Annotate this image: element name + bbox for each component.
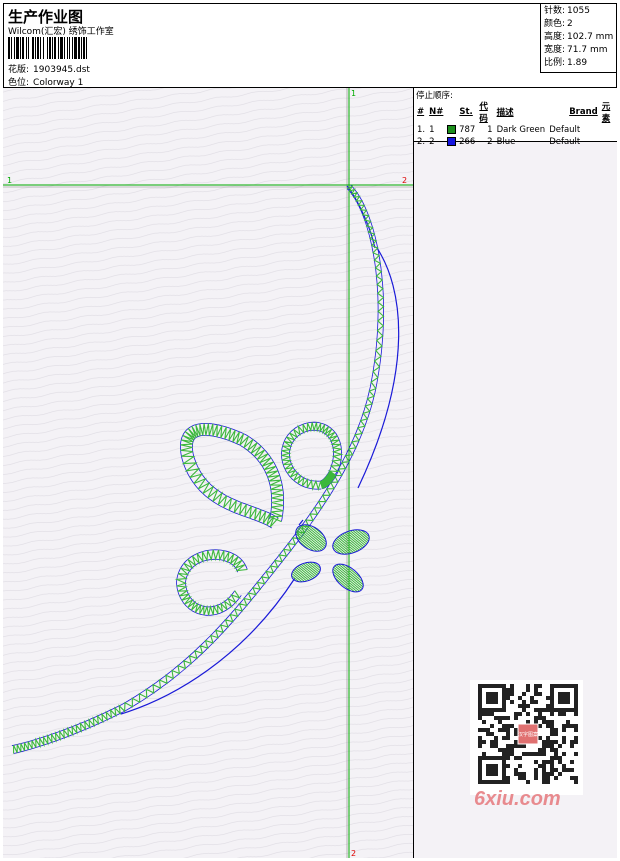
row-desc: Dark Green xyxy=(496,125,546,135)
row-num: 2. xyxy=(417,137,426,147)
row-brand: Default xyxy=(549,137,581,147)
row-element xyxy=(600,124,617,136)
col-element: 元素 xyxy=(601,102,611,124)
row-st-cell: 787 xyxy=(445,124,477,136)
row-n: 1 xyxy=(429,125,435,135)
colorway-value: Colorway 1 xyxy=(33,78,84,88)
table-row[interactable]: 2. 2 266 2 Blue Default xyxy=(415,136,617,148)
stop-sequence-table: # N# St. 代码 描述 Brand 元素 1. 1 787 1 Dark … xyxy=(415,100,617,148)
pattern-label: 花版: xyxy=(8,65,30,75)
width-row: 宽度: 71.7 mm xyxy=(544,44,617,57)
row-brand: Default xyxy=(549,125,581,135)
ratio-value: 1.89 xyxy=(567,58,588,68)
col-code: 代码 xyxy=(479,102,488,124)
stats-box: 针数: 1055 颜色: 2 高度: 102.7 mm 宽度: 71.7 mm 比例: 1… xyxy=(540,3,617,73)
crosshair-bottom-label: 2 xyxy=(351,849,356,858)
row-st: 787 xyxy=(459,125,476,135)
canvas-background xyxy=(3,88,413,858)
stitches-label: 针数: xyxy=(544,6,566,16)
barcode xyxy=(8,37,143,59)
stitches-value: 1055 xyxy=(567,6,590,16)
row-n: 2 xyxy=(429,137,435,147)
ratio-label: 比例: xyxy=(544,58,566,68)
width-label: 宽度: xyxy=(544,45,566,55)
table-header-row: # N# St. 代码 描述 Brand 元素 xyxy=(415,100,617,124)
qr-center-text: 汉字图案 xyxy=(518,731,538,738)
qr-code: 汉字图案 xyxy=(470,680,583,795)
row-desc: Blue xyxy=(496,137,516,147)
col-brand: Brand xyxy=(569,107,598,117)
table-row[interactable]: 1. 1 787 1 Dark Green Default xyxy=(415,124,617,136)
col-num: # xyxy=(417,107,425,117)
width-value: 71.7 mm xyxy=(567,45,608,55)
crosshair-right-label: 2 xyxy=(402,176,407,185)
qr-finder xyxy=(486,692,498,704)
colorway-row: 色位: Colorway 1 xyxy=(8,75,83,88)
qr-finder xyxy=(558,692,570,704)
stitches-row: 针数: 1055 xyxy=(544,5,617,18)
qr-finder xyxy=(486,764,498,776)
colorway-label: 色位: xyxy=(8,78,30,88)
height-label: 高度: xyxy=(544,32,566,42)
watermark-text: 6xiu.com xyxy=(474,788,561,810)
crosshair-left-label: 1 xyxy=(7,176,12,185)
row-st-cell: 266 xyxy=(445,136,477,148)
colors-row: 颜色: 2 xyxy=(544,18,617,31)
embroidery-design: 1 2 1 2 xyxy=(3,88,413,858)
row-num: 1. xyxy=(417,125,426,135)
colors-label: 颜色: xyxy=(544,19,566,29)
col-st: St. xyxy=(459,107,473,117)
ratio-row: 比例: 1.89 xyxy=(544,57,617,70)
height-value: 102.7 mm xyxy=(567,32,614,42)
col-desc: 描述 xyxy=(496,108,514,118)
crosshair-top-label: 1 xyxy=(351,89,356,98)
pattern-row: 花版: 1903945.dst xyxy=(8,62,90,75)
height-row: 高度: 102.7 mm xyxy=(544,31,617,44)
row-st: 266 xyxy=(459,137,476,147)
color-swatch xyxy=(447,125,457,134)
qr-code-graphic: 汉字图案 xyxy=(478,684,578,784)
row-code: 2 xyxy=(487,137,493,147)
col-n: N# xyxy=(429,107,444,117)
stop-sequence-head: 停止顺序: # N# St. 代码 描述 Brand 元素 1. 1 787 1… xyxy=(414,88,617,147)
row-code: 1 xyxy=(487,125,493,135)
row-element xyxy=(600,136,617,148)
design-canvas[interactable]: 1 2 1 2 xyxy=(3,88,414,858)
header: 生产作业图 Wilcom(汇宏) 绣饰工作室 花版: 1903945.dst 色位… xyxy=(3,3,617,88)
color-swatch xyxy=(447,137,457,146)
pattern-value: 1903945.dst xyxy=(33,65,90,75)
studio-subtitle: Wilcom(汇宏) 绣饰工作室 xyxy=(8,27,114,37)
colors-value: 2 xyxy=(567,19,573,29)
